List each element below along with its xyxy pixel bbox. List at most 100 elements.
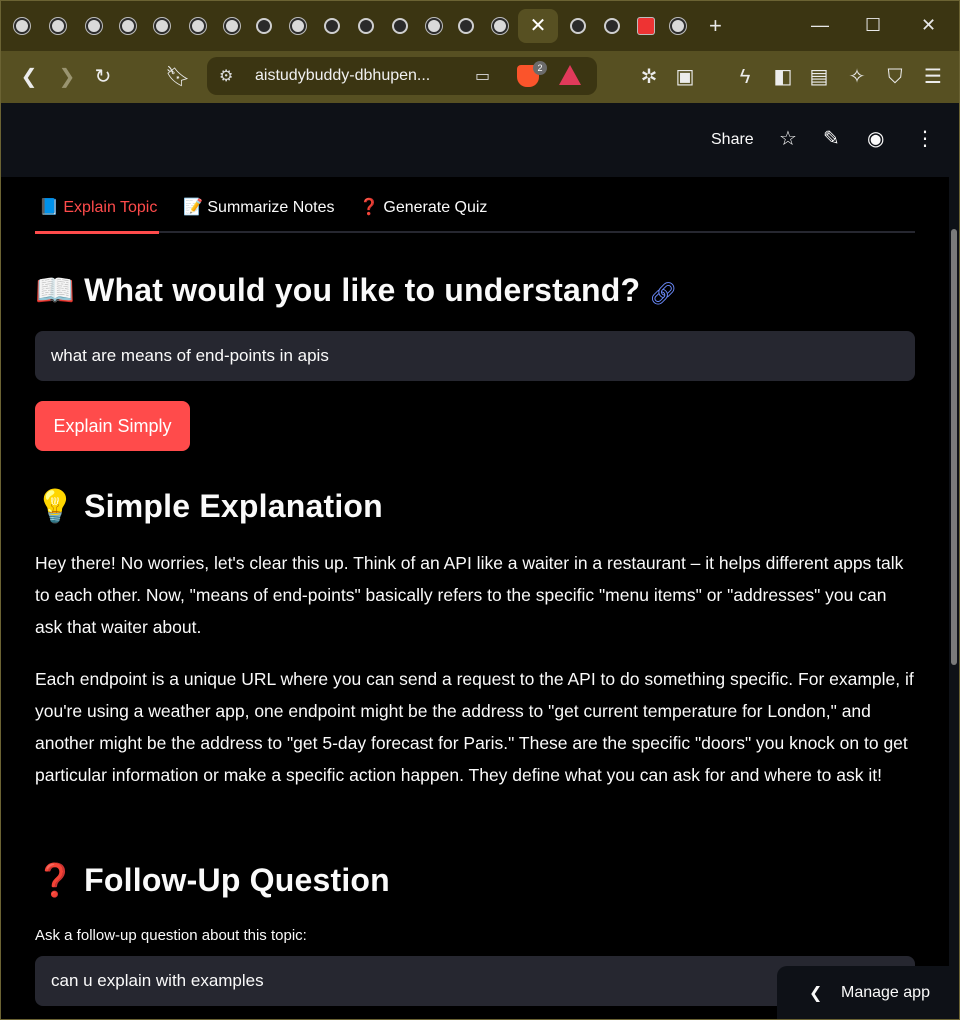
- manage-app-button[interactable]: ❮ Manage app: [777, 966, 959, 1019]
- topic-input[interactable]: what are means of end-points in apis: [35, 331, 915, 381]
- tab-generate-quiz[interactable]: ❓ Generate Quiz: [359, 197, 487, 217]
- browser-window: ✕ + — ☐ ✕ ❮ ❯ ↻ 🔖︎ ⚙ aistudybuddy-dbhupe…: [0, 0, 960, 1020]
- bookmark-icon[interactable]: 🔖︎: [165, 65, 190, 89]
- browser-tab[interactable]: [419, 9, 449, 43]
- browser-tab[interactable]: [663, 9, 693, 43]
- explanation-paragraph-2: Each endpoint is a unique URL where you …: [35, 669, 914, 785]
- tab-favicon-icon: [570, 18, 586, 34]
- explanation-paragraph-1: Hey there! No worries, let's clear this …: [35, 553, 904, 637]
- leo-ai-icon[interactable]: ✧: [845, 65, 869, 89]
- edit-icon[interactable]: ✎: [823, 127, 840, 151]
- tab-favicon-icon: [426, 18, 442, 34]
- star-icon[interactable]: ☆: [779, 127, 797, 151]
- shields-count-badge: 2: [533, 61, 547, 75]
- tab-favicon-icon: [290, 18, 306, 34]
- address-bar[interactable]: ⚙ aistudybuddy-dbhupen... ▭ 2: [207, 57, 597, 95]
- browser-tab[interactable]: [597, 9, 627, 43]
- tab-label: Summarize Notes: [207, 199, 335, 216]
- tab-favicon-icon: [358, 18, 374, 34]
- close-tab-icon[interactable]: ✕: [530, 16, 547, 36]
- lightbulb-icon: 💡: [35, 488, 76, 524]
- reload-icon[interactable]: ↻: [91, 65, 115, 89]
- browser-tab[interactable]: [217, 9, 247, 43]
- heading-text: Simple Explanation: [84, 488, 383, 524]
- browser-toolbar: ❮ ❯ ↻ 🔖︎ ⚙ aistudybuddy-dbhupen... ▭ 2 ✲…: [1, 51, 959, 103]
- tab-bar: 📘 Explain Topic 📝 Summarize Notes ❓ Gene…: [35, 193, 915, 233]
- browser-tab[interactable]: [79, 9, 109, 43]
- tab-favicon-icon: [256, 18, 272, 34]
- tab-favicon-icon: [86, 18, 102, 34]
- share-button[interactable]: Share: [711, 131, 754, 149]
- tab-favicon-icon: [604, 18, 620, 34]
- new-tab-button[interactable]: +: [709, 13, 722, 39]
- browser-tab[interactable]: [317, 9, 347, 43]
- tab-favicon-icon: [492, 18, 508, 34]
- close-window-icon[interactable]: ✕: [921, 15, 936, 35]
- address-text[interactable]: aistudybuddy-dbhupen...: [255, 67, 430, 85]
- open-book-icon: 📖: [35, 272, 76, 308]
- tab-favicon-icon: [190, 18, 206, 34]
- tab-favicon-icon: [120, 18, 136, 34]
- browser-tab[interactable]: [7, 9, 37, 43]
- extensions-icon[interactable]: ✲: [637, 65, 661, 89]
- active-browser-tab[interactable]: ✕: [518, 9, 558, 43]
- memo-icon: 📝: [183, 199, 203, 216]
- sidebar-icon[interactable]: ◧: [771, 65, 795, 89]
- reader-icon[interactable]: ▣: [673, 65, 697, 89]
- menu-icon[interactable]: ☰: [921, 65, 945, 89]
- link-icon[interactable]: 🔗︎: [649, 281, 677, 306]
- chevron-left-icon: ❮: [809, 985, 823, 1002]
- browser-tab[interactable]: [283, 9, 313, 43]
- tab-favicon-icon: [392, 18, 408, 34]
- brave-rewards-icon[interactable]: [559, 65, 581, 85]
- speedreader-icon[interactable]: ϟ: [733, 65, 757, 89]
- tab-favicon-icon: [638, 18, 654, 34]
- tab-favicon-icon: [50, 18, 66, 34]
- tab-favicon-icon: [670, 18, 686, 34]
- browser-tab[interactable]: [385, 9, 415, 43]
- browser-tab-strip: ✕ + — ☐ ✕: [1, 1, 959, 51]
- tab-label: Generate Quiz: [383, 199, 488, 216]
- forward-icon[interactable]: ❯: [55, 65, 79, 89]
- page-title: 📖 What would you like to understand? 🔗︎: [35, 271, 678, 309]
- maximize-icon[interactable]: ☐: [865, 15, 881, 35]
- active-tab-indicator: [35, 231, 159, 234]
- wallet-icon[interactable]: ▤: [807, 65, 831, 89]
- tab-summarize-notes[interactable]: 📝 Summarize Notes: [183, 197, 335, 217]
- back-icon[interactable]: ❮: [17, 65, 41, 89]
- browser-tab[interactable]: [451, 9, 481, 43]
- browser-tab[interactable]: [249, 9, 279, 43]
- browser-tab[interactable]: [563, 9, 593, 43]
- vpn-icon[interactable]: ⛉: [883, 65, 907, 89]
- tab-favicon-icon: [458, 18, 474, 34]
- scrollbar[interactable]: [951, 229, 957, 665]
- app-header: Share ☆ ✎ ◉ ⋮: [1, 103, 959, 177]
- browser-tab[interactable]: [43, 9, 73, 43]
- minimize-icon[interactable]: —: [811, 15, 829, 35]
- book-icon: 📘: [39, 199, 59, 216]
- github-icon[interactable]: ◉: [867, 127, 884, 151]
- followup-label: Ask a follow-up question about this topi…: [35, 927, 307, 944]
- explain-simply-button[interactable]: Explain Simply: [35, 401, 190, 451]
- tab-favicon-icon: [154, 18, 170, 34]
- explanation-heading: 💡 Simple Explanation: [35, 487, 383, 525]
- tab-favicon-icon: [14, 18, 30, 34]
- more-options-icon[interactable]: ⋮: [915, 127, 935, 151]
- tab-explain-topic[interactable]: 📘 Explain Topic: [39, 197, 157, 217]
- browser-tab[interactable]: [351, 9, 381, 43]
- tab-favicon-icon: [224, 18, 240, 34]
- site-settings-icon[interactable]: ⚙: [219, 66, 233, 86]
- browser-tab[interactable]: [183, 9, 213, 43]
- followup-heading: ❓ Follow-Up Question: [35, 861, 390, 899]
- browser-tab[interactable]: [485, 9, 515, 43]
- manage-app-label: Manage app: [841, 984, 930, 1001]
- tab-favicon-icon: [324, 18, 340, 34]
- browser-tab[interactable]: [147, 9, 177, 43]
- browser-tab[interactable]: [631, 9, 661, 43]
- question-icon: ❓: [359, 199, 379, 216]
- cast-icon[interactable]: ▭: [475, 66, 490, 86]
- tab-label: Explain Topic: [63, 199, 158, 216]
- heading-text: Follow-Up Question: [84, 862, 390, 898]
- browser-tab[interactable]: [113, 9, 143, 43]
- title-text: What would you like to understand?: [84, 272, 641, 308]
